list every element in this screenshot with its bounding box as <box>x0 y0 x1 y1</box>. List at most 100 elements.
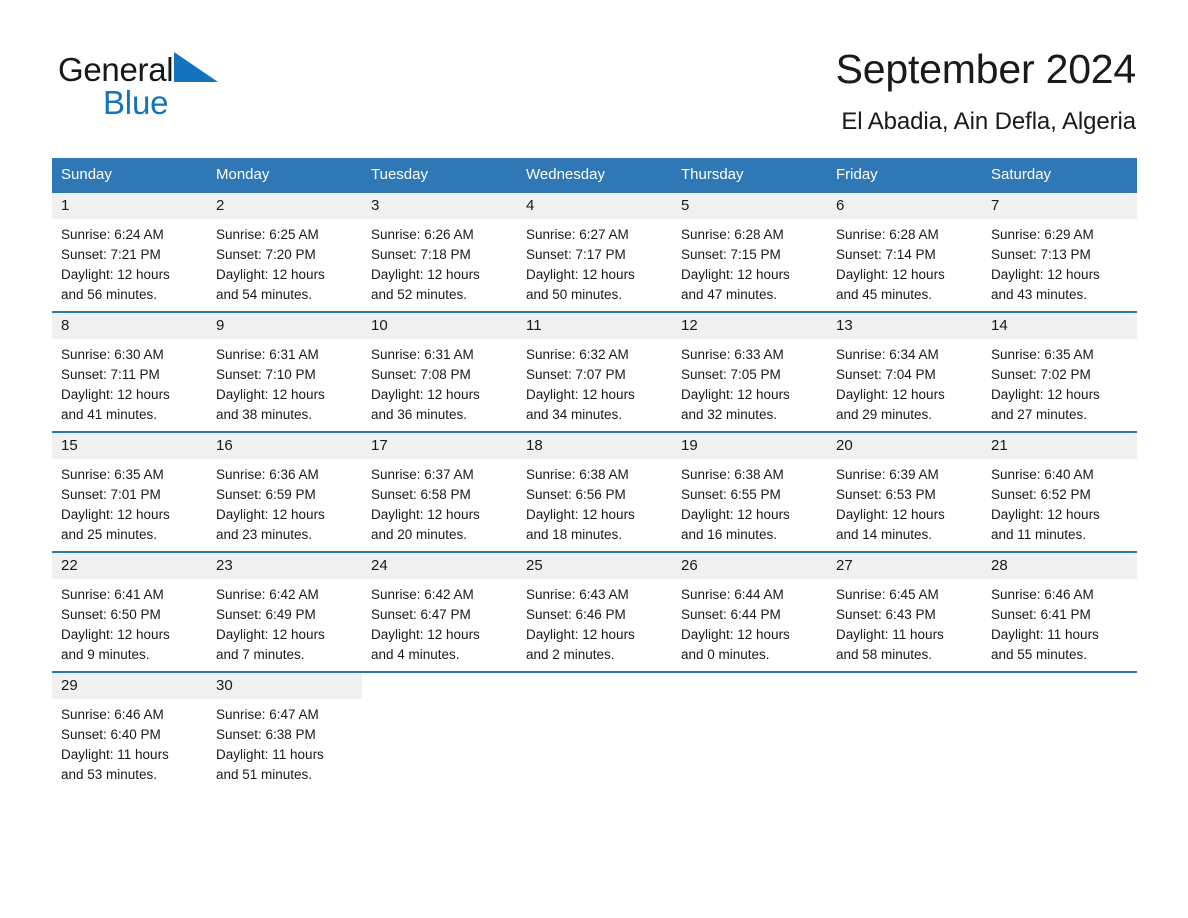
day-details: Sunrise: 6:35 AM Sunset: 7:02 PM Daylight:… <box>982 339 1137 425</box>
daylight-text-line2: and 20 minutes. <box>371 527 468 542</box>
day-cell[interactable]: 3 Sunrise: 6:26 AM Sunset: 7:18 PM Daylight… <box>362 193 517 311</box>
daylight-text-line1: Daylight: 12 hours <box>681 627 790 642</box>
day-cell[interactable]: 12 Sunrise: 6:33 AM Sunset: 7:05 PM Dayligh… <box>672 313 827 431</box>
day-number: 6 <box>827 193 982 219</box>
day-number: 20 <box>827 433 982 459</box>
daylight-text-line1: Daylight: 12 hours <box>526 387 635 402</box>
day-number <box>982 673 1137 699</box>
daylight-text-line2: and 47 minutes. <box>681 287 778 302</box>
day-cell[interactable]: 23 Sunrise: 6:42 AM Sunset: 6:49 PM Dayligh… <box>207 553 362 671</box>
daylight-text-line1: Daylight: 12 hours <box>371 387 480 402</box>
day-cell[interactable]: 10 Sunrise: 6:31 AM Sunset: 7:08 PM Dayligh… <box>362 313 517 431</box>
day-cell[interactable]: 7 Sunrise: 6:29 AM Sunset: 7:13 PM Daylight… <box>982 193 1137 311</box>
sunset-text: Sunset: 7:02 PM <box>991 367 1091 382</box>
day-cell[interactable]: 29 Sunrise: 6:46 AM Sunset: 6:40 PM Dayligh… <box>52 673 207 791</box>
sunset-text: Sunset: 6:58 PM <box>371 487 471 502</box>
sunset-text: Sunset: 7:21 PM <box>61 247 161 262</box>
daylight-text-line1: Daylight: 12 hours <box>681 387 790 402</box>
sunset-text: Sunset: 7:01 PM <box>61 487 161 502</box>
daylight-text-line1: Daylight: 11 hours <box>61 747 169 762</box>
sunset-text: Sunset: 6:40 PM <box>61 727 161 742</box>
week-row: 8 Sunrise: 6:30 AM Sunset: 7:11 PM Daylight… <box>52 311 1137 431</box>
day-cell[interactable]: 13 Sunrise: 6:34 AM Sunset: 7:04 PM Dayligh… <box>827 313 982 431</box>
daylight-text-line1: Daylight: 12 hours <box>371 267 480 282</box>
daylight-text-line1: Daylight: 11 hours <box>836 627 944 642</box>
day-cell[interactable]: 14 Sunrise: 6:35 AM Sunset: 7:02 PM Dayligh… <box>982 313 1137 431</box>
sunrise-text: Sunrise: 6:42 AM <box>371 587 474 602</box>
day-cell[interactable]: 16 Sunrise: 6:36 AM Sunset: 6:59 PM Dayligh… <box>207 433 362 551</box>
day-cell[interactable]: 22 Sunrise: 6:41 AM Sunset: 6:50 PM Dayligh… <box>52 553 207 671</box>
day-cell[interactable]: 6 Sunrise: 6:28 AM Sunset: 7:14 PM Daylight… <box>827 193 982 311</box>
day-number: 22 <box>52 553 207 579</box>
day-details: Sunrise: 6:38 AM Sunset: 6:56 PM Daylight:… <box>517 459 672 545</box>
daylight-text-line1: Daylight: 12 hours <box>526 627 635 642</box>
daylight-text-line2: and 43 minutes. <box>991 287 1088 302</box>
day-cell[interactable]: 2 Sunrise: 6:25 AM Sunset: 7:20 PM Daylight… <box>207 193 362 311</box>
sunrise-text: Sunrise: 6:42 AM <box>216 587 319 602</box>
day-cell[interactable]: 5 Sunrise: 6:28 AM Sunset: 7:15 PM Daylight… <box>672 193 827 311</box>
day-details: Sunrise: 6:24 AM Sunset: 7:21 PM Daylight:… <box>52 219 207 305</box>
day-number: 30 <box>207 673 362 699</box>
day-cell[interactable]: 9 Sunrise: 6:31 AM Sunset: 7:10 PM Daylight… <box>207 313 362 431</box>
day-cell-empty <box>362 673 517 791</box>
sunset-text: Sunset: 7:05 PM <box>681 367 781 382</box>
page-title: September 2024 <box>835 46 1137 92</box>
day-number: 27 <box>827 553 982 579</box>
day-number <box>517 673 672 699</box>
weekday-header-wednesday: Wednesday <box>526 166 605 183</box>
sunrise-text: Sunrise: 6:29 AM <box>991 227 1094 242</box>
day-number: 15 <box>52 433 207 459</box>
day-number: 10 <box>362 313 517 339</box>
weekday-header-tuesday: Tuesday <box>371 166 428 183</box>
sunrise-text: Sunrise: 6:35 AM <box>61 467 164 482</box>
day-cell[interactable]: 20 Sunrise: 6:39 AM Sunset: 6:53 PM Dayligh… <box>827 433 982 551</box>
day-cell[interactable]: 26 Sunrise: 6:44 AM Sunset: 6:44 PM Dayligh… <box>672 553 827 671</box>
daylight-text-line1: Daylight: 12 hours <box>216 507 325 522</box>
day-details: Sunrise: 6:46 AM Sunset: 6:41 PM Daylight:… <box>982 579 1137 665</box>
triangle-logo-icon <box>174 50 220 88</box>
day-cell[interactable]: 28 Sunrise: 6:46 AM Sunset: 6:41 PM Dayligh… <box>982 553 1137 671</box>
day-cell[interactable]: 8 Sunrise: 6:30 AM Sunset: 7:11 PM Daylight… <box>52 313 207 431</box>
weekday-header-sunday: Sunday <box>61 166 112 183</box>
sunset-text: Sunset: 6:49 PM <box>216 607 316 622</box>
weekday-header-friday: Friday <box>836 166 878 183</box>
day-number: 12 <box>672 313 827 339</box>
day-cell[interactable]: 21 Sunrise: 6:40 AM Sunset: 6:52 PM Dayligh… <box>982 433 1137 551</box>
day-details: Sunrise: 6:38 AM Sunset: 6:55 PM Daylight:… <box>672 459 827 545</box>
day-details: Sunrise: 6:44 AM Sunset: 6:44 PM Daylight:… <box>672 579 827 665</box>
daylight-text-line1: Daylight: 12 hours <box>991 507 1100 522</box>
sunrise-text: Sunrise: 6:40 AM <box>991 467 1094 482</box>
day-details: Sunrise: 6:31 AM Sunset: 7:10 PM Daylight:… <box>207 339 362 425</box>
day-cell[interactable]: 25 Sunrise: 6:43 AM Sunset: 6:46 PM Dayligh… <box>517 553 672 671</box>
sunrise-text: Sunrise: 6:37 AM <box>371 467 474 482</box>
day-cell[interactable]: 30 Sunrise: 6:47 AM Sunset: 6:38 PM Dayligh… <box>207 673 362 791</box>
day-cell[interactable]: 4 Sunrise: 6:27 AM Sunset: 7:17 PM Daylight… <box>517 193 672 311</box>
sunset-text: Sunset: 7:10 PM <box>216 367 316 382</box>
weekday-header-row: Sunday Monday Tuesday Wednesday Thursday… <box>52 158 1137 191</box>
general-blue-logo[interactable]: General Blue <box>58 50 318 120</box>
day-cell[interactable]: 1 Sunrise: 6:24 AM Sunset: 7:21 PM Daylight… <box>52 193 207 311</box>
day-cell[interactable]: 11 Sunrise: 6:32 AM Sunset: 7:07 PM Dayligh… <box>517 313 672 431</box>
page-header: General Blue September 2024 El Abadia, A… <box>0 0 1188 135</box>
daylight-text-line2: and 51 minutes. <box>216 767 313 782</box>
day-cell[interactable]: 27 Sunrise: 6:45 AM Sunset: 6:43 PM Dayligh… <box>827 553 982 671</box>
day-cell[interactable]: 18 Sunrise: 6:38 AM Sunset: 6:56 PM Dayligh… <box>517 433 672 551</box>
day-cell[interactable]: 15 Sunrise: 6:35 AM Sunset: 7:01 PM Dayligh… <box>52 433 207 551</box>
sunrise-text: Sunrise: 6:41 AM <box>61 587 164 602</box>
daylight-text-line2: and 41 minutes. <box>61 407 158 422</box>
day-details: Sunrise: 6:42 AM Sunset: 6:47 PM Daylight:… <box>362 579 517 665</box>
day-number: 8 <box>52 313 207 339</box>
day-cell[interactable]: 19 Sunrise: 6:38 AM Sunset: 6:55 PM Dayligh… <box>672 433 827 551</box>
day-cell[interactable]: 24 Sunrise: 6:42 AM Sunset: 6:47 PM Dayligh… <box>362 553 517 671</box>
day-number: 2 <box>207 193 362 219</box>
sunrise-text: Sunrise: 6:32 AM <box>526 347 629 362</box>
sunset-text: Sunset: 7:20 PM <box>216 247 316 262</box>
weekday-header-thursday: Thursday <box>681 166 744 183</box>
sunrise-text: Sunrise: 6:44 AM <box>681 587 784 602</box>
sunrise-text: Sunrise: 6:43 AM <box>526 587 629 602</box>
daylight-text-line1: Daylight: 12 hours <box>371 627 480 642</box>
day-cell[interactable]: 17 Sunrise: 6:37 AM Sunset: 6:58 PM Dayligh… <box>362 433 517 551</box>
daylight-text-line1: Daylight: 12 hours <box>61 267 170 282</box>
day-details: Sunrise: 6:42 AM Sunset: 6:49 PM Daylight:… <box>207 579 362 665</box>
sunset-text: Sunset: 6:43 PM <box>836 607 936 622</box>
